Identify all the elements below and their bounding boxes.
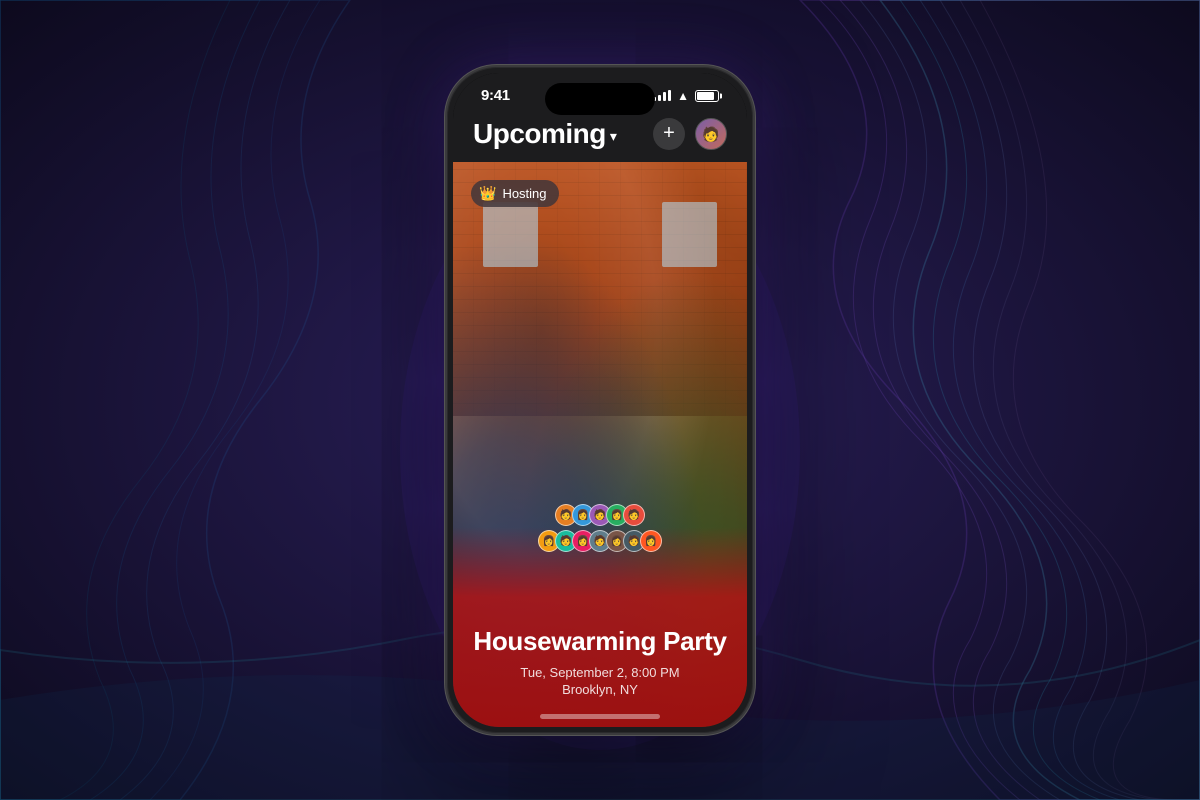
app-header: Upcoming ▾ + 🧑 bbox=[453, 110, 747, 162]
avatar-inner: 🧑 bbox=[696, 119, 726, 149]
event-date: Tue, September 2, 8:00 PM bbox=[520, 665, 679, 680]
hosting-badge: 👑 Hosting bbox=[471, 180, 559, 207]
battery-icon bbox=[695, 90, 719, 102]
header-title-area[interactable]: Upcoming ▾ bbox=[473, 118, 617, 150]
event-overlay: Housewarming Party Tue, September 2, 8:0… bbox=[453, 527, 747, 727]
status-icons: ▲ bbox=[653, 89, 719, 103]
phone-device: 9:41 ▲ Upcoming bbox=[445, 65, 755, 735]
hosting-label: Hosting bbox=[502, 186, 546, 201]
event-location: Brooklyn, NY bbox=[562, 682, 638, 697]
status-time: 9:41 bbox=[481, 87, 510, 104]
attendee-avatar: 🧑 bbox=[623, 504, 645, 526]
attendees-area: 🧑 👩 🧑 👩 🧑 👩 🧑 👩 🧑 👩 🧑 bbox=[538, 504, 662, 552]
crown-icon: 👑 bbox=[479, 185, 496, 202]
attendee-row-top: 🧑 👩 🧑 👩 🧑 bbox=[555, 504, 645, 526]
attendee-row-bottom: 👩 🧑 👩 🧑 👩 🧑 👩 bbox=[538, 530, 662, 552]
phone-frame: 9:41 ▲ Upcoming bbox=[445, 65, 755, 735]
signal-icon bbox=[653, 90, 671, 101]
plus-icon: + bbox=[663, 123, 675, 143]
event-image: 👑 Hosting 🧑 👩 🧑 👩 🧑 👩 bbox=[453, 162, 747, 727]
wifi-icon: ▲ bbox=[677, 89, 689, 103]
attendee-avatar: 👩 bbox=[640, 530, 662, 552]
home-indicator bbox=[540, 714, 660, 719]
dropdown-chevron-icon: ▾ bbox=[610, 128, 617, 145]
event-title: Housewarming Party bbox=[473, 627, 726, 657]
page-title: Upcoming bbox=[473, 118, 606, 150]
header-actions: + 🧑 bbox=[653, 118, 727, 150]
event-card[interactable]: 👑 Hosting 🧑 👩 🧑 👩 🧑 👩 bbox=[453, 162, 747, 727]
profile-avatar-button[interactable]: 🧑 bbox=[695, 118, 727, 150]
phone-screen: 9:41 ▲ Upcoming bbox=[453, 73, 747, 727]
add-button[interactable]: + bbox=[653, 118, 685, 150]
dynamic-island bbox=[545, 83, 655, 115]
